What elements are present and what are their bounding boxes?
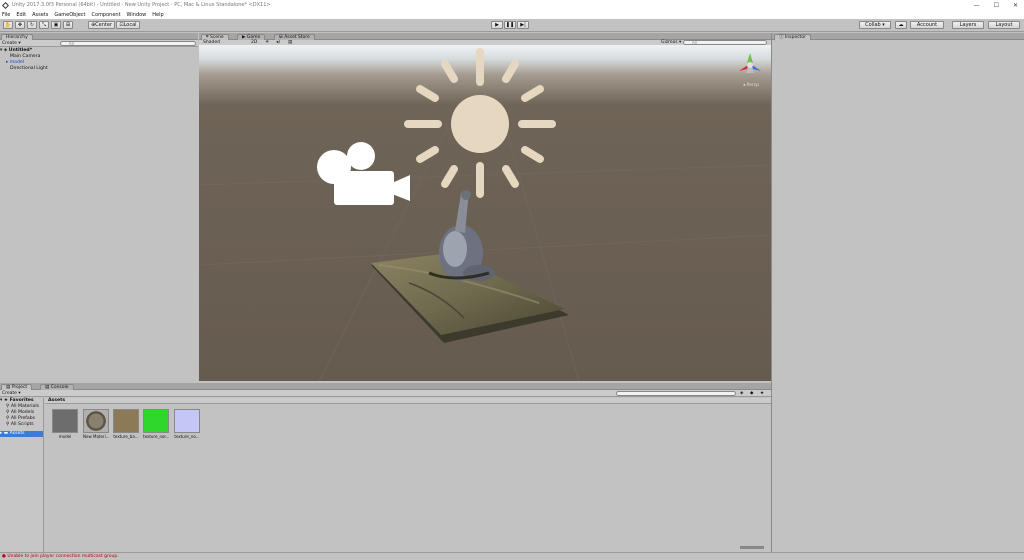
menu-edit[interactable]: Edit	[16, 12, 26, 18]
inspector-tab-label: Inspector	[784, 35, 806, 40]
status-bar[interactable]: ● Unable to join player connection multi…	[0, 552, 1024, 560]
menu-help[interactable]: Help	[152, 12, 163, 18]
asset-thumbnail	[52, 409, 78, 433]
model-label: model	[9, 60, 25, 65]
project-folder-tree: ▾ ★ Favorites ⚲ All Materials ⚲ All Mode…	[0, 398, 44, 552]
hand-tool-icon[interactable]: ✋	[3, 21, 13, 29]
rotate-tool-icon[interactable]: ↻	[27, 21, 37, 29]
scene-viewport[interactable]: ◂ Persp	[199, 45, 771, 381]
all-models-label: All Models	[10, 410, 35, 415]
scale-tool-icon[interactable]: ⤡	[39, 21, 49, 29]
step-button[interactable]: ▶|	[517, 21, 529, 29]
menu-gameobject[interactable]: GameObject	[54, 12, 85, 18]
asset-thumbnail	[174, 409, 200, 433]
layout-dropdown[interactable]: Layout	[988, 21, 1020, 29]
close-button[interactable]: ✕	[1013, 2, 1018, 9]
inspector-divider[interactable]	[771, 33, 772, 552]
maximize-button[interactable]: ☐	[994, 2, 999, 9]
assets-root-label: Assets	[9, 431, 25, 436]
asset-new-material[interactable]: New Materi...	[83, 409, 109, 439]
minimize-button[interactable]: —	[974, 2, 980, 9]
asset-texture-base[interactable]: texture_ba...	[113, 409, 139, 439]
menu-component[interactable]: Component	[92, 12, 121, 18]
menu-window[interactable]: Window	[127, 12, 147, 18]
pivot-local-button[interactable]: ⊡ Local	[116, 21, 140, 29]
transform-tool-icon[interactable]: ⊞	[63, 21, 73, 29]
favorites-label: Favorites	[9, 398, 34, 403]
asset-thumbnail	[113, 409, 139, 433]
window-title: Unity 2017.3.0f3 Personal (64bit) - Unti…	[12, 2, 271, 8]
favorite-star-icon[interactable]: ★	[760, 391, 764, 396]
search-by-type-icon[interactable]: ◈	[740, 391, 743, 396]
asset-thumbnail	[143, 409, 169, 433]
menu-assets[interactable]: Assets	[32, 12, 48, 18]
menu-file[interactable]: File	[2, 12, 10, 18]
collab-button[interactable]: Collab ▾	[859, 21, 891, 29]
pause-button[interactable]: ❚❚	[504, 21, 516, 29]
scene-name: Untitled*	[8, 48, 33, 53]
asset-label: model	[58, 434, 72, 439]
title-bar: Unity 2017.3.0f3 Personal (64bit) - Unti…	[0, 0, 1024, 10]
all-scripts-label: All Scripts	[10, 422, 34, 427]
local-label: Local	[123, 22, 137, 28]
perspective-label[interactable]: ◂ Persp	[743, 83, 759, 88]
favorite-all-scripts[interactable]: ⚲ All Scripts	[0, 422, 43, 428]
project-create-button[interactable]: Create ▾	[2, 391, 21, 396]
pivot-center-button[interactable]: ⊕ Center	[88, 21, 115, 29]
hierarchy-item-directional-light[interactable]: Directional Light	[0, 66, 198, 72]
asset-thumbnail	[83, 409, 109, 433]
all-materials-label: All Materials	[10, 404, 40, 409]
asset-model[interactable]: model	[52, 409, 78, 439]
project-breadcrumb[interactable]: Assets	[45, 398, 771, 404]
inspector-panel: ⓘ Inspector	[772, 33, 1024, 552]
error-icon: ●	[2, 554, 6, 559]
cloud-icon[interactable]: ☁	[895, 21, 907, 29]
play-button[interactable]: ▶	[491, 21, 503, 29]
center-label: Center	[95, 22, 113, 28]
hierarchy-search-input[interactable]: All	[60, 41, 196, 46]
search-by-label-icon[interactable]: ◆	[750, 391, 753, 396]
asset-label: New Materi...	[83, 434, 109, 439]
project-search-input[interactable]	[616, 391, 736, 396]
all-prefabs-label: All Prefabs	[10, 416, 36, 421]
move-tool-icon[interactable]: ✥	[15, 21, 25, 29]
hierarchy-panel: Hierarchy Create ▾ All ▾ ◈ Untitled* Mai…	[0, 33, 198, 381]
asset-texture-normal[interactable]: texture_nor...	[143, 409, 169, 439]
asset-label: texture_nor...	[143, 434, 169, 439]
thumbnail-size-slider[interactable]	[740, 546, 764, 549]
asset-label: texture_ba...	[113, 434, 139, 439]
main-toolbar: ✋ ✥ ↻ ⤡ ▣ ⊞ ⊕ Center ⊡ Local ▶ ❚❚ ▶| Colla…	[0, 19, 1024, 32]
account-dropdown[interactable]: Account	[910, 21, 944, 29]
tab-inspector[interactable]: ⓘ Inspector	[774, 34, 811, 40]
unity-logo-icon	[2, 1, 9, 9]
asset-texture-normal-2[interactable]: texture_no...	[174, 409, 200, 439]
hierarchy-create-button[interactable]: Create ▾	[2, 41, 21, 46]
asset-label: texture_no...	[174, 434, 200, 439]
status-message: Unable to join player connection multica…	[7, 554, 119, 559]
scene-panel-header: ⌗ Scene ▶ Game ⛁ Asset Store Shaded 2D ☀…	[199, 33, 771, 46]
layers-dropdown[interactable]: Layers	[952, 21, 984, 29]
rect-tool-icon[interactable]: ▣	[51, 21, 61, 29]
persp-text: Persp	[746, 83, 759, 88]
assets-folder[interactable]: ▸ ▬ Assets	[0, 431, 43, 437]
menu-bar: File Edit Assets GameObject Component Wi…	[0, 10, 1024, 19]
model-mesh[interactable]	[369, 173, 574, 343]
orientation-gizmo-icon[interactable]	[737, 51, 763, 77]
